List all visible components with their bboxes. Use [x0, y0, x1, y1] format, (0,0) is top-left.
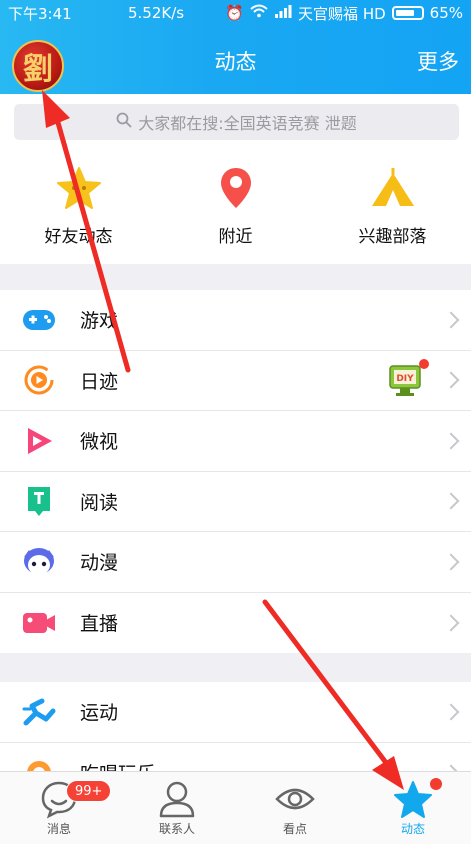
header-bar: 下午3:41 5.52K/s ⏰ 天官赐福 HD 65% 劉 动态 更多: [0, 0, 471, 94]
chevron-right-icon: [442, 703, 460, 721]
list-item-anime[interactable]: 动漫: [0, 532, 471, 593]
bottom-tab-bar: 99+ 消息 联系人 看点 动态: [0, 771, 471, 844]
unread-badge: 99+: [66, 780, 112, 802]
chevron-right-icon: [442, 432, 460, 450]
search-placeholder: 大家都在搜:全国英语竞赛 泄题: [138, 114, 357, 133]
search-icon: [116, 112, 132, 132]
list-item-sports[interactable]: 运动: [0, 682, 471, 743]
chevron-right-icon: [442, 614, 460, 632]
tab-label: 看点: [282, 822, 307, 836]
list-item-reading[interactable]: 阅读: [0, 472, 471, 532]
feature-list-2: 运动 吃喝玩乐: [0, 682, 471, 771]
chevron-right-icon: [442, 553, 460, 571]
battery-icon: [391, 6, 424, 20]
camera-ring-icon: [22, 363, 56, 397]
location-pin-icon: [157, 166, 314, 210]
list-item-label: 运动: [80, 702, 119, 725]
chevron-right-icon: [442, 371, 460, 389]
list-item-diary[interactable]: 日迹 DIY: [0, 351, 471, 411]
status-network-speed: 5.52K/s: [128, 4, 185, 22]
tab-label: 动态: [400, 822, 425, 836]
list-item-live[interactable]: 直播: [0, 593, 471, 654]
diary-notification-dot: [419, 358, 429, 369]
anime-face-icon: [22, 545, 56, 579]
list-item-label: 阅读: [80, 491, 119, 514]
quick-label: 附近: [218, 227, 253, 247]
food-icon: [22, 756, 56, 771]
tab-contacts[interactable]: 联系人: [118, 772, 236, 844]
list-item-label: 动漫: [80, 552, 119, 575]
notification-dot: [430, 778, 442, 790]
play-icon: [22, 424, 56, 458]
alarm-icon: ⏰: [225, 4, 245, 22]
chevron-right-icon: [442, 492, 460, 510]
list-item-label: 微视: [80, 431, 119, 454]
tab-messages[interactable]: 99+ 消息: [0, 772, 118, 844]
search-input[interactable]: 大家都在搜:全国英语竞赛 泄题: [14, 104, 459, 140]
nav-bar: 劉 动态 更多: [0, 28, 471, 94]
list-item-label: 直播: [80, 613, 119, 636]
eye-icon: [236, 779, 354, 819]
person-icon: [118, 779, 236, 819]
page-title: 动态: [214, 50, 257, 74]
list-item-game[interactable]: 游戏: [0, 290, 471, 351]
list-item-label: 吃喝玩乐: [80, 759, 156, 771]
wifi-icon: [250, 4, 268, 22]
feature-list: 游戏 日迹 DIY 微视 阅读 动漫 直播: [0, 290, 471, 653]
book-icon: [22, 484, 56, 518]
list-item-weishi[interactable]: 微视: [0, 411, 471, 472]
tab-dynamics[interactable]: 动态: [354, 772, 471, 844]
quick-label: 好友动态: [44, 227, 113, 247]
svg-text:DIY: DIY: [396, 374, 414, 384]
quick-label: 兴趣部落: [358, 227, 427, 247]
quick-nearby[interactable]: 附近: [157, 154, 314, 264]
quick-entries: 好友动态 附近 兴趣部落: [0, 154, 471, 264]
status-time: 下午3:41: [8, 4, 72, 23]
status-bar: 下午3:41 5.52K/s ⏰ 天官赐福 HD 65%: [0, 0, 471, 26]
list-item-label: 游戏: [80, 310, 119, 333]
tent-icon: [314, 166, 471, 210]
star-icon: [0, 166, 157, 210]
star-filled-icon: [354, 779, 471, 819]
video-camera-icon: [22, 606, 56, 640]
list-item-food[interactable]: 吃喝玩乐: [0, 743, 471, 771]
status-carrier: 天官赐福 HD: [298, 4, 386, 23]
search-section: 大家都在搜:全国英语竞赛 泄题: [0, 94, 471, 154]
status-battery: 65%: [429, 4, 463, 22]
quick-friend-feed[interactable]: 好友动态: [0, 154, 157, 264]
running-icon: [22, 695, 56, 729]
chevron-right-icon: [442, 311, 460, 329]
tab-label: 联系人: [158, 822, 195, 836]
list-item-label: 日迹: [80, 370, 119, 393]
tab-kandian[interactable]: 看点: [236, 772, 354, 844]
more-button[interactable]: 更多: [417, 46, 459, 76]
tab-label: 消息: [46, 822, 71, 836]
chevron-right-icon: [442, 764, 460, 771]
gamepad-icon: [22, 303, 56, 337]
signal-icon: [274, 4, 292, 22]
quick-interest-tribe[interactable]: 兴趣部落: [314, 154, 471, 264]
